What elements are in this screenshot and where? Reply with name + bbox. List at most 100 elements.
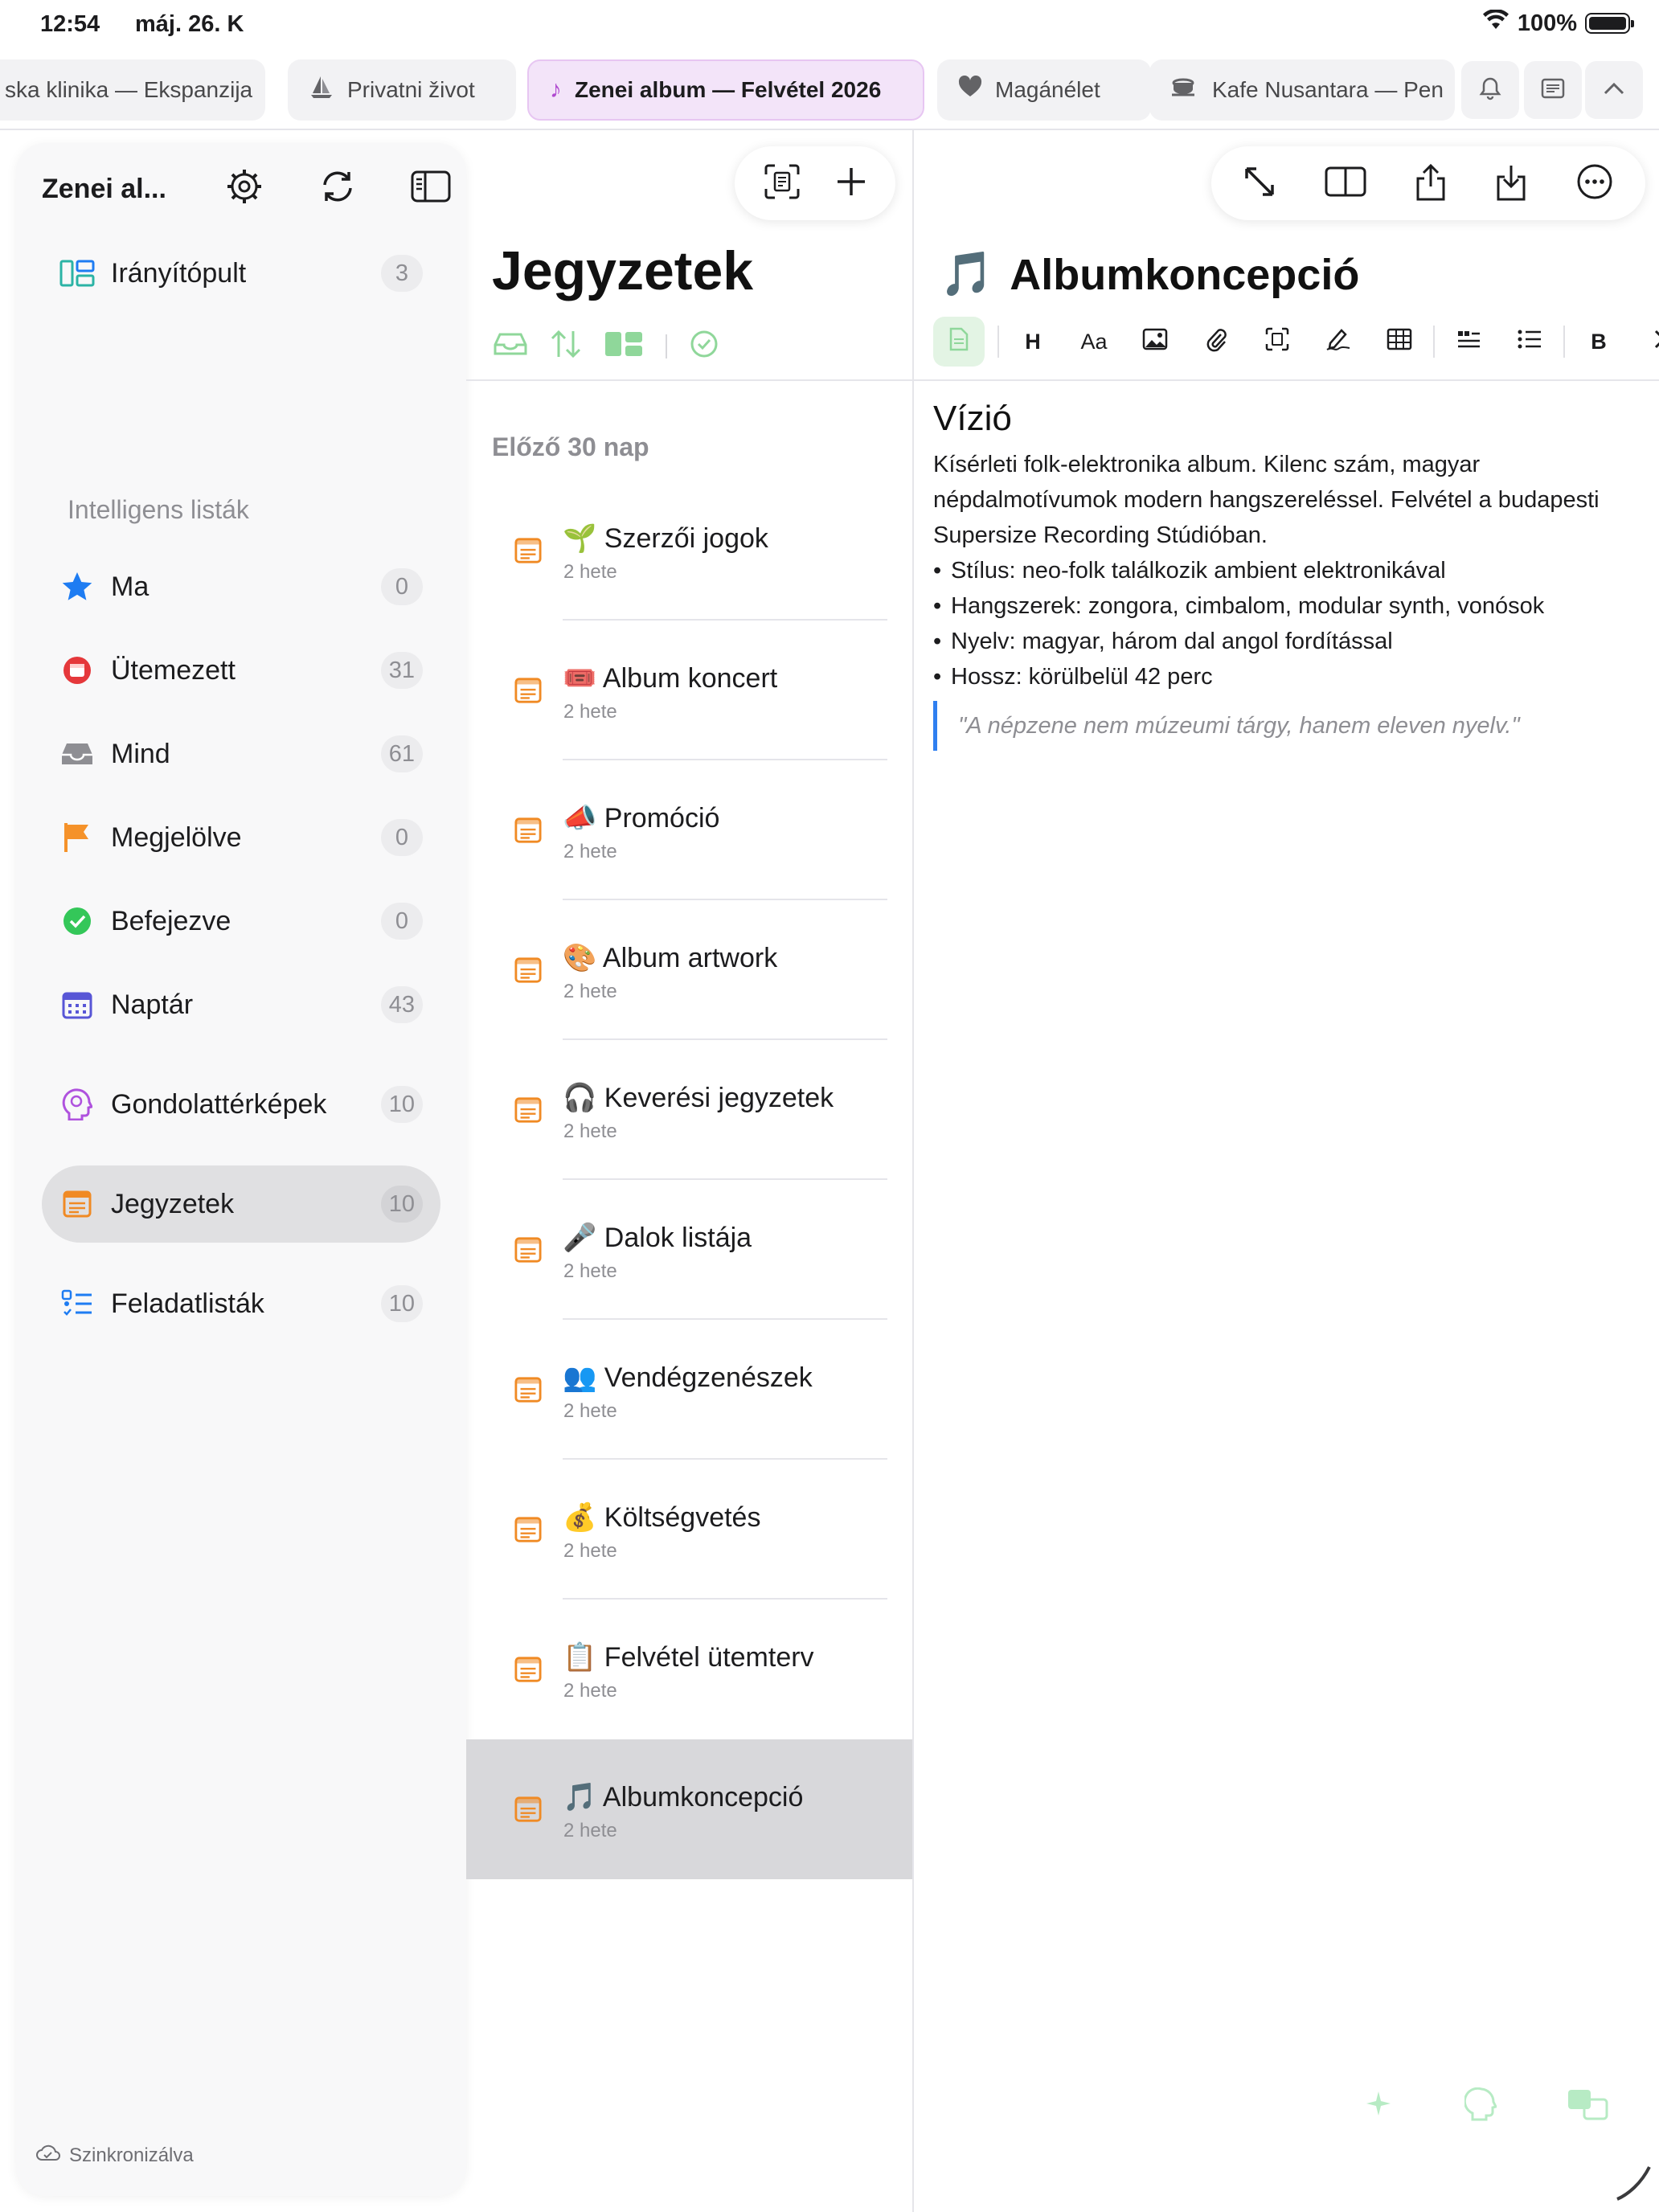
note-item-title: 💰 Költségvetés (563, 1501, 760, 1534)
split-view-button[interactable] (1325, 166, 1366, 202)
completed-filter-icon[interactable] (690, 330, 719, 363)
note-item-emoji: 🌱 (563, 523, 597, 554)
sync-status: Szinkronizálva (35, 2144, 194, 2167)
blockquote-button[interactable] (1438, 317, 1499, 367)
editor-toolbar (1211, 146, 1645, 220)
tab-kafe-nusantara[interactable]: Kafe Nusantara — Pen (1149, 59, 1455, 121)
sync-button[interactable] (312, 162, 363, 214)
translate-icon[interactable] (1567, 2088, 1608, 2124)
sidebar-item-calendar[interactable]: Naptár 43 (42, 966, 440, 1043)
sort-icon[interactable] (550, 330, 582, 363)
brain-head-icon[interactable] (1463, 2087, 1498, 2125)
tab-privatni-zivot[interactable]: Privatni život (288, 59, 516, 121)
sidebar-item-completed[interactable]: Befejezve 0 (42, 883, 440, 960)
list-item[interactable]: 👥 Vendégzenészek 2 hete (466, 1320, 913, 1460)
tab-label: Magánélet (995, 77, 1100, 102)
note-icon (514, 1796, 542, 1823)
list-item[interactable]: 🎤 Dalok listája 2 hete (466, 1180, 913, 1320)
filter-separator (666, 334, 667, 358)
sidebar-item-today[interactable]: Ma 0 (42, 548, 440, 625)
list-item[interactable]: 🎵 Albumkoncepció 2 hete (466, 1739, 913, 1879)
reader-button[interactable] (1524, 61, 1582, 119)
more-format-button[interactable] (1629, 317, 1659, 367)
sidebar-item-label: Irányítópult (111, 257, 247, 289)
insert-table-button[interactable] (1369, 317, 1430, 367)
bell-icon (1479, 76, 1501, 104)
page-title: Jegyzetek (492, 240, 754, 301)
sidebar-item-all[interactable]: Mind 61 (42, 715, 440, 793)
battery-percent: 100% (1517, 10, 1577, 36)
bullet-list: Stílus: neo-folk találkozik ambient elek… (933, 553, 1649, 694)
sidebar-item-task-lists[interactable]: Feladatlisták 10 (42, 1265, 440, 1342)
list-item[interactable]: 🌱 Szerzői jogok 2 hete (466, 481, 913, 621)
font-button[interactable]: Aa (1063, 317, 1124, 367)
list-item[interactable]: 💰 Költségvetés 2 hete (466, 1460, 913, 1600)
list-item[interactable]: 🎟️ Album koncert 2 hete (466, 621, 913, 760)
dashboard-icon (59, 256, 95, 291)
note-body[interactable]: Vízió Kísérleti folk-elektronika album. … (933, 399, 1649, 751)
scan-document-button[interactable] (764, 163, 801, 204)
sidebar-item-scheduled[interactable]: Ütemezett 31 (42, 632, 440, 709)
list-item: Hossz: körülbelül 42 perc (933, 659, 1649, 694)
heading-button[interactable]: H (1002, 317, 1063, 367)
inbox-filter-icon[interactable] (494, 332, 527, 360)
list-item[interactable]: 🎨 Album artwork 2 hete (466, 900, 913, 1040)
tab-maganelet[interactable]: Magánélet (937, 59, 1151, 121)
note-item-label: Dalok listája (604, 1223, 752, 1253)
note-title[interactable]: 🎵 Albumkoncepció (940, 249, 1359, 300)
note-item-emoji: 🎨 (563, 943, 597, 973)
settings-button[interactable] (219, 162, 270, 214)
tab-label: ska klinika — Ekspanzija (5, 77, 253, 102)
note-item-date: 2 hete (563, 1540, 617, 1562)
format-bar: H Aa B (933, 317, 1659, 367)
more-button[interactable] (1576, 163, 1613, 204)
count-badge: 0 (381, 568, 423, 605)
format-separator (997, 326, 999, 358)
smart-lists-heading: Intelligens listák (68, 495, 249, 524)
list-item[interactable]: 📣 Promóció 2 hete (466, 760, 913, 900)
filter-bar (494, 330, 719, 363)
note-item-emoji: 💰 (563, 1502, 597, 1533)
count-badge: 10 (380, 1086, 423, 1123)
bullet-list-button[interactable] (1499, 317, 1560, 367)
note-item-title: 🎨 Album artwork (563, 942, 777, 974)
toggle-sidebar-button[interactable] (405, 162, 457, 214)
sidebar-item-flagged[interactable]: Megjelölve 0 (42, 799, 440, 876)
title-text: Albumkoncepció (1010, 250, 1360, 299)
sidebar-item-mindmaps[interactable]: Gondolattérképek 10 (42, 1066, 440, 1143)
list-item[interactable]: 🎧 Keverési jegyzetek 2 hete (466, 1040, 913, 1180)
checkmark-circle-icon (59, 903, 95, 939)
workspace-title[interactable]: Zenei al... (42, 174, 211, 205)
add-note-button[interactable] (835, 166, 867, 202)
format-separator (1563, 326, 1565, 358)
sidebar-item-dashboard[interactable]: Irányítópult 3 (42, 235, 440, 312)
note-item-emoji: 📋 (563, 1642, 597, 1673)
notifications-button[interactable] (1461, 61, 1519, 119)
table-icon (1387, 328, 1412, 356)
attach-button[interactable] (1186, 317, 1247, 367)
document-mode-button[interactable] (933, 317, 985, 367)
list-item: Nyelv: magyar, három dal angol fordításs… (933, 624, 1649, 659)
note-item-title: 🎤 Dalok listája (563, 1222, 752, 1254)
insert-image-button[interactable] (1124, 317, 1186, 367)
draw-button[interactable] (1308, 317, 1369, 367)
collapse-tabs-button[interactable] (1585, 61, 1643, 119)
share-button[interactable] (1415, 162, 1447, 205)
bold-button[interactable]: B (1568, 317, 1629, 367)
count-badge: 0 (381, 903, 423, 940)
sidebar-item-notes[interactable]: Jegyzetek 10 (42, 1165, 440, 1243)
tab-zenei-album[interactable]: ♪ Zenei album — Felvétel 2026 (527, 59, 924, 121)
list-item[interactable]: 📋 Felvétel ütemterv 2 hete (466, 1600, 913, 1739)
sparkle-icon[interactable] (1362, 2088, 1395, 2124)
checklist-icon (59, 1286, 95, 1321)
expand-button[interactable] (1243, 166, 1276, 202)
layout-toggle-icon[interactable] (604, 331, 643, 361)
note-item-date: 2 hete (563, 1120, 617, 1142)
chevron-up-icon (1604, 82, 1624, 99)
list-toolbar (735, 146, 895, 220)
scan-text-button[interactable] (1247, 317, 1308, 367)
tab-ekspanzija[interactable]: ska klinika — Ekspanzija (0, 59, 265, 121)
import-button[interactable] (1495, 162, 1527, 205)
gear-icon (225, 167, 264, 210)
heart-icon (958, 75, 982, 104)
